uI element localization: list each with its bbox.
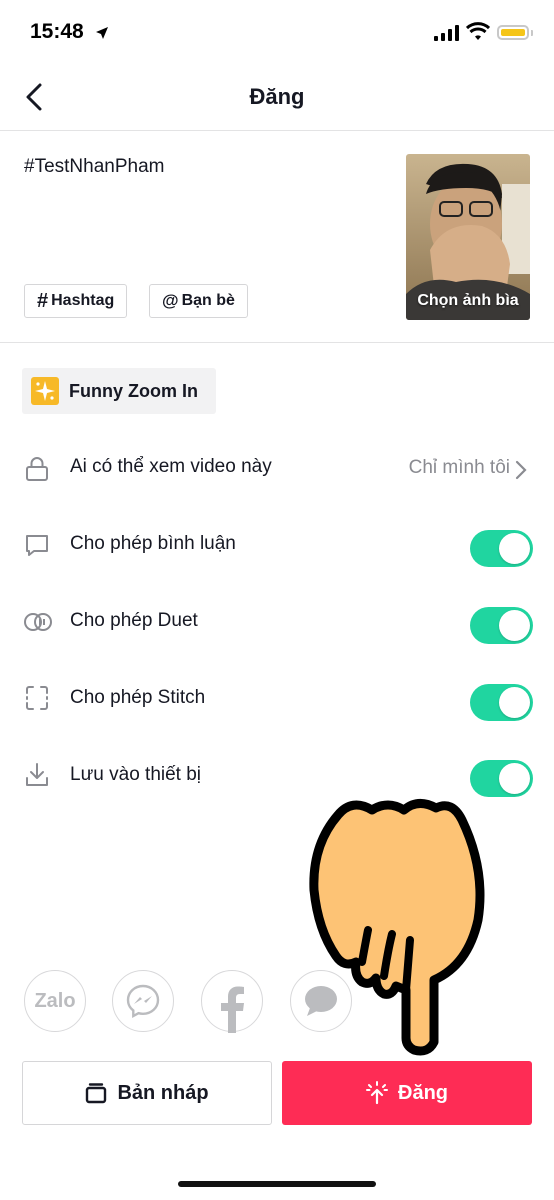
privacy-value: Chỉ mình tôi	[408, 457, 510, 478]
pointing-hand-icon	[309, 799, 485, 1056]
at-icon: @	[162, 291, 179, 310]
hashtag-button[interactable]: # Hashtag	[24, 284, 128, 318]
hashtag-icon: #	[37, 289, 49, 312]
effect-chip[interactable]: Funny Zoom In	[22, 368, 216, 414]
caption-divider	[0, 342, 554, 343]
stitch-icon	[26, 686, 48, 710]
share-messenger-button[interactable]	[112, 970, 174, 1032]
allow-duet-toggle[interactable]	[470, 607, 533, 644]
hashtag-label: Hashtag	[51, 292, 115, 309]
status-time: 15:48	[30, 20, 84, 43]
draft-label: Bản nháp	[117, 1081, 209, 1104]
sparkle-icon	[31, 377, 59, 405]
privacy-label: Ai có thể xem video này	[70, 456, 272, 477]
comment-icon	[26, 535, 48, 556]
lock-icon	[26, 457, 48, 481]
battery-icon	[497, 25, 529, 40]
allow-comments-label: Cho phép bình luận	[70, 533, 236, 554]
header-divider	[0, 130, 554, 131]
share-zalo-button[interactable]: Zalo	[24, 970, 86, 1032]
chevron-right-icon	[515, 460, 527, 480]
save-to-device-label: Lưu vào thiết bị	[70, 764, 202, 785]
choose-cover-label: Chọn ảnh bìa	[417, 292, 519, 309]
battery-tip	[531, 30, 533, 36]
post-icon	[366, 1081, 388, 1105]
cellular-signal-icon	[434, 25, 459, 41]
friends-label: Bạn bè	[181, 292, 235, 309]
duet-icon	[24, 613, 52, 631]
caption-input[interactable]: #TestNhanPham	[24, 156, 164, 178]
messenger-icon	[126, 984, 160, 1019]
allow-comments-toggle[interactable]	[470, 530, 533, 567]
save-draft-button[interactable]: Bản nháp	[22, 1061, 272, 1125]
allow-duet-label: Cho phép Duet	[70, 610, 198, 631]
page-title: Đăng	[249, 84, 305, 109]
post-label: Đăng	[398, 1081, 448, 1104]
draft-icon	[86, 1083, 107, 1104]
post-button[interactable]: Đăng	[282, 1061, 532, 1125]
facebook-icon	[221, 986, 244, 1033]
zalo-icon: Zalo	[34, 989, 76, 1012]
allow-stitch-toggle[interactable]	[470, 684, 533, 721]
mention-friends-button[interactable]: @ Bạn bè	[149, 284, 248, 318]
effect-label: Funny Zoom In	[69, 380, 198, 401]
download-icon	[26, 763, 48, 786]
allow-stitch-label: Cho phép Stitch	[70, 687, 206, 708]
share-facebook-button[interactable]	[201, 970, 263, 1033]
location-arrow-icon	[96, 27, 108, 39]
home-indicator	[178, 1181, 376, 1187]
wifi-icon	[466, 22, 490, 40]
